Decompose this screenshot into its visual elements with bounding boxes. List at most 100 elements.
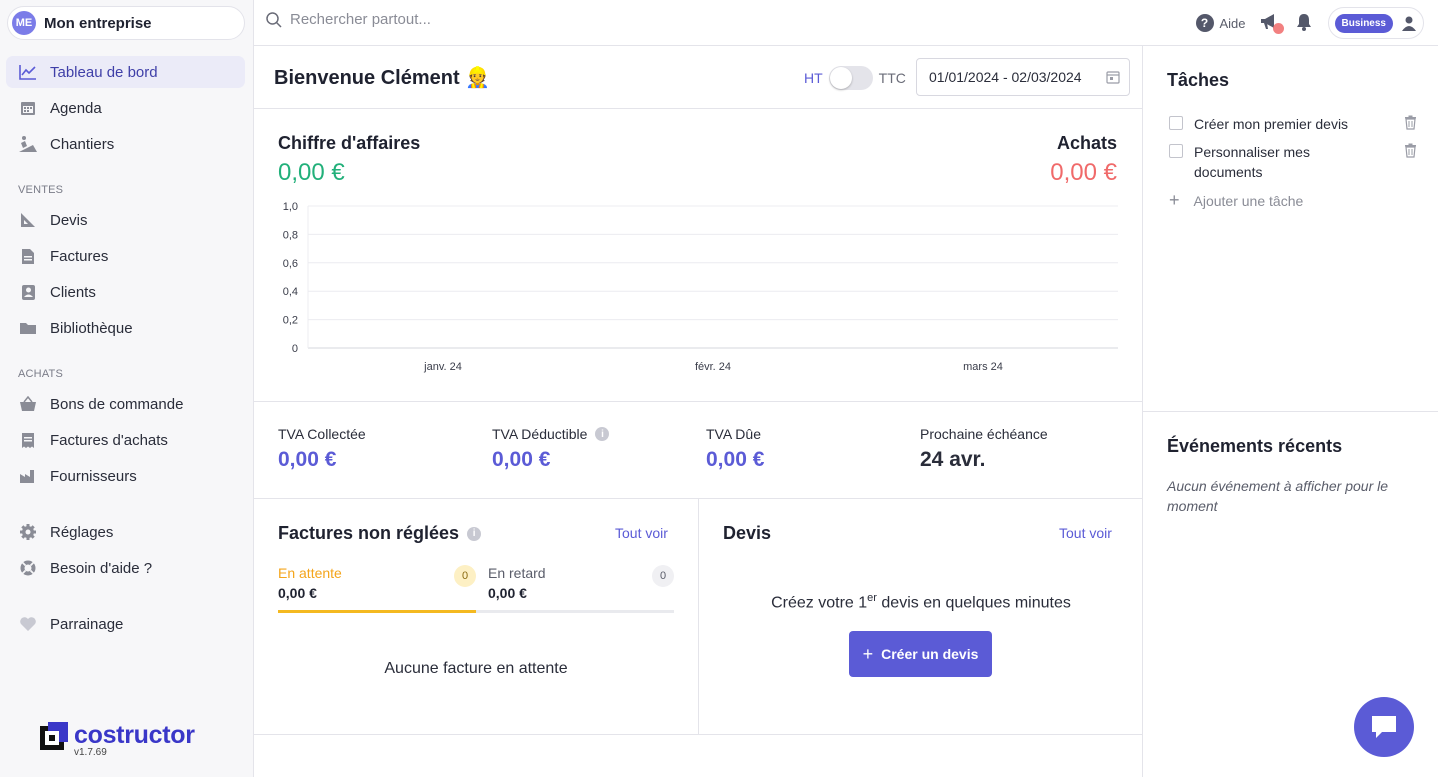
bell-icon <box>1296 13 1311 31</box>
quotes-see-all-link[interactable]: Tout voir <box>1059 525 1112 541</box>
sidebar-item-devis[interactable]: Devis <box>6 204 245 236</box>
search-input[interactable]: Rechercher partout... <box>290 11 431 28</box>
unpaid-invoices-title: Factures non réglées i <box>278 523 482 544</box>
right-panel: Tâches Créer mon premier devis Personnal… <box>1143 46 1438 777</box>
tab-indicator <box>278 610 674 613</box>
ht-ttc-switch[interactable] <box>828 66 873 90</box>
tab-label: En attente <box>278 565 342 581</box>
next-deadline-value: 24 avr. <box>920 448 986 471</box>
next-deadline-label: Prochaine échéance <box>920 426 1048 442</box>
sidebar-item-clients[interactable]: Clients <box>6 276 245 308</box>
toggle-label-ht: HT <box>804 70 823 86</box>
vat-due-value: 0,00 € <box>706 448 765 471</box>
user-icon <box>1402 16 1416 31</box>
tab-value: 0,00 € <box>278 585 317 601</box>
create-quote-button[interactable]: + Créer un devis <box>849 631 992 677</box>
divider <box>1143 411 1438 412</box>
date-range-value: 01/01/2024 - 02/03/2024 <box>929 69 1082 85</box>
add-task-button[interactable]: + Ajouter une tâche <box>1169 190 1303 211</box>
receipt-icon <box>18 430 38 450</box>
sidebar-item-factures-achats[interactable]: Factures d'achats <box>6 424 245 456</box>
sidebar-item-tableau-de-bord[interactable]: Tableau de bord <box>6 56 245 88</box>
quotes-title: Devis <box>723 523 772 543</box>
sidebar-item-chantiers[interactable]: Chantiers <box>6 128 245 160</box>
x-tick-label: mars 24 <box>963 361 1003 373</box>
sidebar-item-label: Factures <box>50 247 109 265</box>
info-icon[interactable]: i <box>467 526 482 541</box>
chat-button[interactable] <box>1354 697 1414 757</box>
vat-collected-value: 0,00 € <box>278 448 337 471</box>
date-range-picker[interactable]: 01/01/2024 - 02/03/2024 <box>916 58 1130 96</box>
x-tick-label: janv. 24 <box>423 361 462 373</box>
active-tab-indicator <box>278 610 476 613</box>
client-icon <box>18 282 38 302</box>
help-button[interactable]: ? Aide <box>1195 14 1246 32</box>
plus-icon: + <box>862 643 874 664</box>
company-avatar: ME <box>12 11 36 35</box>
chart-line-icon <box>18 62 38 82</box>
msg-superscript: er <box>867 592 877 604</box>
gear-icon <box>18 522 38 542</box>
sidebar-item-agenda[interactable]: Agenda <box>6 92 245 124</box>
section-label-achats: ACHATS <box>18 368 64 380</box>
divider <box>254 108 1143 109</box>
count-badge: 0 <box>652 565 674 587</box>
folder-icon <box>18 318 38 338</box>
vat-due-label: TVA Dûe <box>706 426 761 442</box>
sidebar-item-bibliotheque[interactable]: Bibliothèque <box>6 312 245 344</box>
company-switcher[interactable]: ME Mon entreprise <box>7 6 245 40</box>
invoice-icon <box>18 246 38 266</box>
task-checkbox[interactable] <box>1169 116 1183 130</box>
events-empty-message: Aucun événement à afficher pour le momen… <box>1167 478 1389 514</box>
ruler-icon <box>18 210 38 230</box>
add-task-label: Ajouter une tâche <box>1193 192 1304 209</box>
info-icon[interactable]: i <box>595 427 610 441</box>
trash-icon[interactable] <box>1404 143 1417 158</box>
sidebar-item-parrainage[interactable]: Parrainage <box>6 608 245 640</box>
unpaid-see-all-link[interactable]: Tout voir <box>615 525 668 541</box>
sidebar-item-fournisseurs[interactable]: Fournisseurs <box>6 460 245 492</box>
sidebar-item-label: Besoin d'aide ? <box>50 559 153 577</box>
divider <box>254 401 1143 402</box>
sidebar-item-bons-de-commande[interactable]: Bons de commande <box>6 388 245 420</box>
company-name: Mon entreprise <box>44 14 152 32</box>
divider <box>254 734 1143 735</box>
brand-mark-icon <box>40 722 68 750</box>
unpaid-invoices-label: Factures non réglées <box>278 523 460 543</box>
events-title: Événements récents <box>1167 436 1343 456</box>
vat-deductible: TVA Déductible i 0,00 € <box>492 426 610 472</box>
chat-icon <box>1372 716 1396 738</box>
sidebar-item-label: Tableau de bord <box>50 63 158 81</box>
topbar: Rechercher partout... ? Aide Business <box>254 0 1438 46</box>
dashboard-main: Bienvenue Clément 👷 HT TTC 01/01/2024 - … <box>254 46 1143 777</box>
help-label: Aide <box>1219 15 1246 31</box>
sidebar-item-label: Parrainage <box>50 615 124 633</box>
sidebar-item-factures[interactable]: Factures <box>6 240 245 272</box>
calendar-icon <box>18 98 38 118</box>
purchases-value: 0,00 € <box>1050 159 1117 186</box>
notification-dot <box>1272 22 1284 34</box>
sidebar-item-label: Agenda <box>50 99 102 117</box>
msg-part: devis en quelques minutes <box>876 594 1071 612</box>
plus-icon: + <box>1169 190 1180 210</box>
tasks-title: Tâches <box>1167 70 1230 90</box>
sidebar-item-label: Factures d'achats <box>50 431 168 449</box>
y-tick-label: 0,2 <box>283 315 298 327</box>
tab-en-retard[interactable]: En retard 0,00 € 0 <box>488 565 674 601</box>
unpaid-empty-message: Aucune facture en attente <box>384 660 568 677</box>
brand-logo: costructor v1.7.69 <box>40 722 195 758</box>
announcements-button[interactable] <box>1260 13 1284 34</box>
sidebar-item-reglages[interactable]: Réglages <box>6 516 245 548</box>
account-menu[interactable]: Business <box>1327 7 1424 39</box>
sidebar-item-besoin-aide[interactable]: Besoin d'aide ? <box>6 552 245 584</box>
search-icon <box>266 11 282 28</box>
tab-en-attente[interactable]: En attente 0,00 € 0 <box>278 565 476 601</box>
vat-deductible-label: TVA Déductible <box>492 426 588 442</box>
global-search[interactable]: Rechercher partout... <box>266 11 431 28</box>
purchases-title: Achats <box>1056 133 1117 153</box>
tax-toggle[interactable]: HT TTC <box>804 66 906 90</box>
notifications-button[interactable] <box>1296 13 1312 34</box>
task-checkbox[interactable] <box>1169 144 1183 158</box>
trash-icon[interactable] <box>1404 115 1417 130</box>
section-label-ventes: VENTES <box>18 184 64 196</box>
